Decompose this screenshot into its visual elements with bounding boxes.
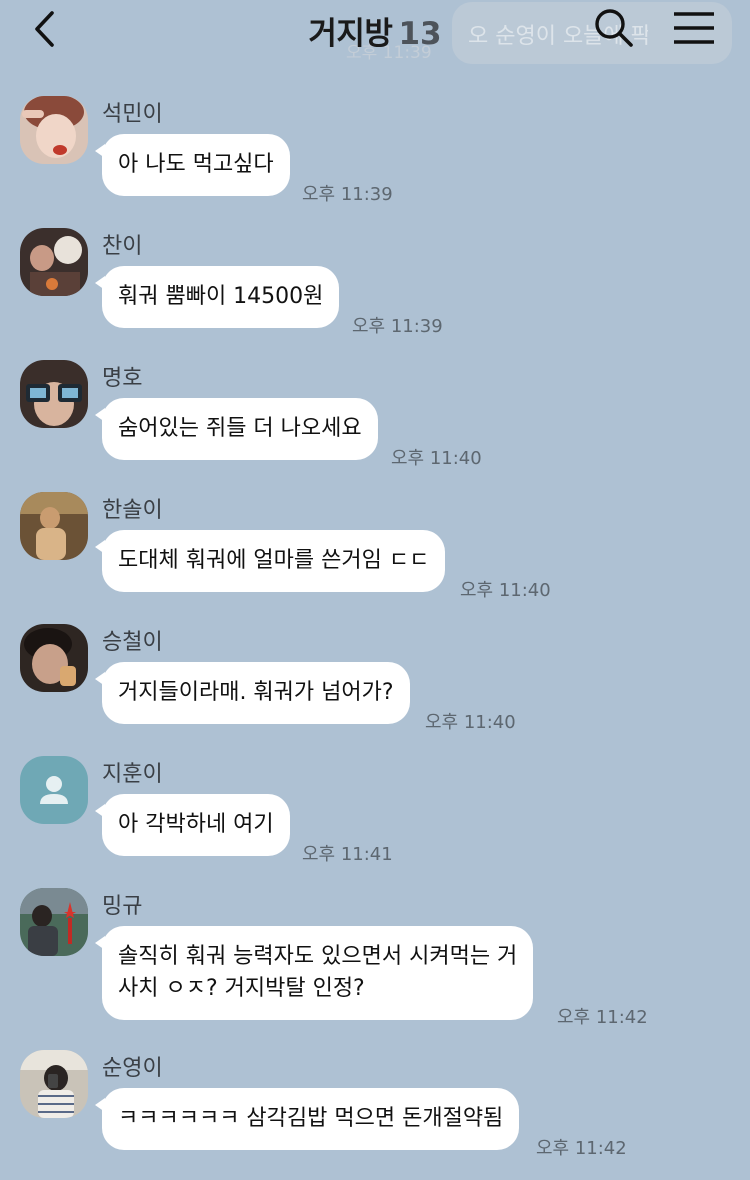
message-text: 아 나도 먹고싶다 (118, 152, 274, 177)
avatar[interactable] (20, 228, 88, 296)
avatar[interactable] (20, 624, 88, 692)
sender-name: 석민이 (102, 102, 163, 127)
person-icon (40, 776, 68, 804)
default-avatar[interactable] (20, 756, 88, 824)
hamburger-menu-icon (674, 12, 714, 44)
profile-photo (20, 228, 88, 296)
message-bubble[interactable]: 아 각박하네 여기 (95, 794, 290, 856)
profile-photo (20, 1050, 88, 1118)
message-time: 오후 11:39 (352, 316, 443, 337)
faded-message-time: 오후 11:39 (346, 43, 432, 63)
sender-name: 승철이 (102, 630, 163, 655)
message-text: ㅋㅋㅋㅋㅋㅋ 삼각김밥 먹으면 돈개절약됨 (118, 1106, 504, 1131)
profile-photo (20, 360, 88, 428)
sender-name: 한솔이 (102, 498, 163, 523)
message-time: 오후 11:42 (557, 1007, 648, 1028)
search-button[interactable] (592, 6, 636, 50)
message-bubble[interactable]: 숨어있는 쥐들 더 나오세요 (95, 398, 378, 460)
message-text-line-1: 솔직히 훠궈 능력자도 있으면서 시켜먹는 거 (118, 944, 518, 969)
message-time: 오후 11:40 (425, 712, 516, 733)
message-time: 오후 11:39 (302, 184, 393, 205)
message-time: 오후 11:42 (536, 1138, 627, 1159)
avatar[interactable] (20, 1050, 88, 1118)
message-time: 오후 11:40 (460, 580, 551, 601)
message-text-line-2: 사치 ㅇㅈ? 거지박탈 인정? (118, 976, 365, 1001)
message-time: 오후 11:41 (302, 844, 393, 865)
message-bubble[interactable]: 훠궈 뿜빠이 14500원 (94, 266, 340, 328)
message-text: 숨어있는 쥐들 더 나오세요 (118, 416, 362, 441)
message-bubble[interactable]: 솔직히 훠궈 능력자도 있으면서 시켜먹는 거 사치 ㅇㅈ? 거지박탈 인정? (94, 926, 534, 1020)
sender-name: 찬이 (102, 234, 143, 259)
message-time: 오후 11:40 (391, 448, 482, 469)
message-text: 도대체 훠궈에 얼마를 쓴거임 ㄷㄷ (118, 548, 430, 573)
sender-name: 순영이 (102, 1056, 163, 1081)
avatar[interactable] (20, 96, 88, 164)
profile-photo (20, 624, 88, 692)
menu-button[interactable] (672, 10, 716, 46)
avatar[interactable] (20, 360, 88, 428)
message-bubble[interactable]: 아 나도 먹고싶다 (95, 134, 290, 196)
message-bubble[interactable]: 거지들이라매. 훠궈가 넘어가? (95, 662, 410, 724)
sender-name: 명호 (102, 366, 143, 391)
message-text: 훠궈 뿜빠이 14500원 (118, 284, 324, 309)
sender-name: 지훈이 (102, 762, 163, 787)
sender-name: 밍규 (102, 894, 143, 919)
search-icon (595, 9, 633, 47)
avatar[interactable] (20, 492, 88, 560)
message-bubble[interactable]: 도대체 훠궈에 얼마를 쓴거임 ㄷㄷ (94, 530, 446, 592)
profile-photo (20, 888, 88, 956)
message-text: 아 각박하네 여기 (118, 812, 274, 837)
profile-photo (20, 96, 88, 164)
chat-header: 오 순영이 오늘에 팍 오후 11:39 거지방 13 (0, 0, 750, 64)
avatar[interactable] (20, 888, 88, 956)
message-bubble[interactable]: ㅋㅋㅋㅋㅋㅋ 삼각김밥 먹으면 돈개절약됨 (94, 1088, 520, 1150)
message-text: 거지들이라매. 훠궈가 넘어가? (118, 680, 394, 705)
back-button[interactable] (28, 8, 68, 50)
profile-photo (20, 492, 88, 560)
chevron-left-icon (35, 11, 54, 47)
